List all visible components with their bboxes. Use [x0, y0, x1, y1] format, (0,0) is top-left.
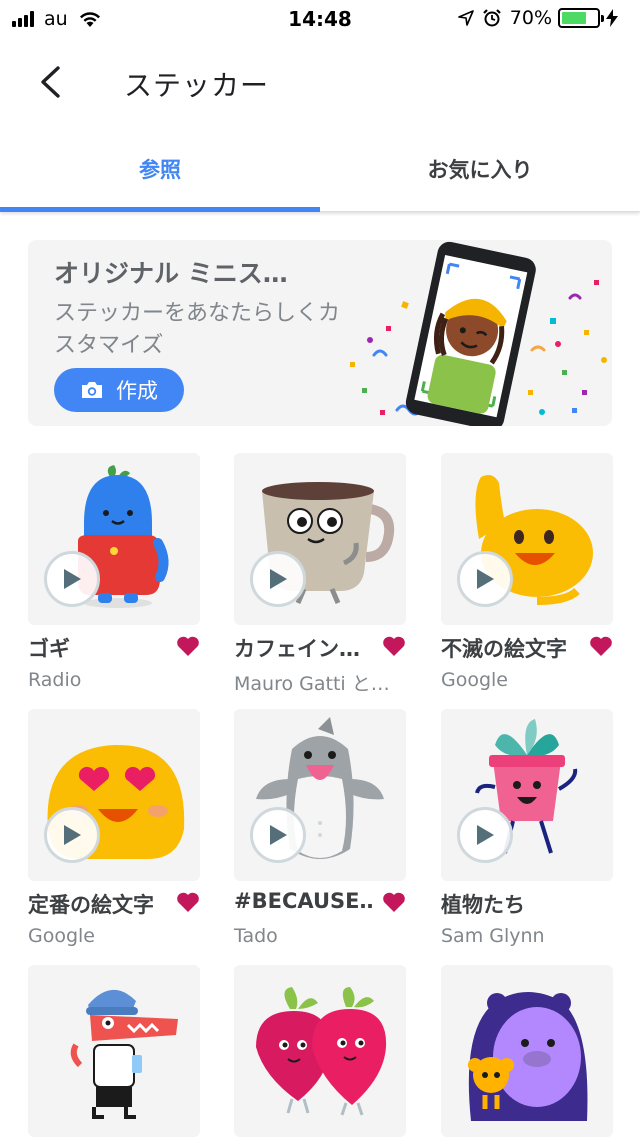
sticker-author: Tado	[234, 925, 278, 947]
play-preview-button[interactable]	[457, 807, 513, 863]
play-icon	[270, 569, 287, 589]
sticker-author: Mauro Gatti と…	[234, 673, 390, 695]
play-preview-button[interactable]	[44, 551, 100, 607]
play-icon	[64, 825, 81, 845]
play-icon	[477, 825, 494, 845]
camera-icon	[82, 382, 102, 398]
favorite-heart-icon[interactable]	[589, 635, 613, 657]
play-icon	[64, 569, 81, 589]
sticker-thumbnail[interactable]	[234, 709, 406, 881]
play-icon	[270, 825, 287, 845]
app-bar: ステッカー	[0, 40, 640, 126]
tab-bar: 参照 お気に入り	[0, 126, 640, 212]
sticker-thumbnail[interactable]	[234, 453, 406, 625]
sticker-card[interactable]: 植物たち Sam Glynn	[441, 709, 613, 947]
play-preview-button[interactable]	[250, 551, 306, 607]
battery-icon	[558, 8, 604, 28]
sticker-thumbnail[interactable]	[28, 709, 200, 881]
sticker-author: Google	[28, 925, 96, 947]
charging-bolt-icon	[606, 9, 618, 27]
sticker-name: ゴギ	[28, 637, 70, 661]
sticker-name: カフェイン…	[234, 637, 360, 661]
sticker-thumbnail[interactable]	[441, 965, 613, 1137]
sticker-thumbnail[interactable]	[234, 965, 406, 1137]
page-title: ステッカー	[124, 69, 270, 102]
sticker-thumbnail[interactable]	[28, 453, 200, 625]
sticker-author: Radio	[28, 669, 82, 691]
tab-favorites[interactable]: お気に入り	[320, 126, 640, 212]
favorite-heart-icon[interactable]	[382, 891, 406, 913]
sticker-author: Google	[441, 669, 509, 691]
mini-sticker-banner[interactable]: オリジナル ミニス… ステッカーをあなたらしくカスタマイズ 作成	[28, 240, 612, 426]
play-preview-button[interactable]	[250, 807, 306, 863]
sticker-name: 植物たち	[441, 893, 525, 917]
banner-subtitle: ステッカーをあなたらしくカスタマイズ	[54, 301, 341, 358]
active-tab-indicator	[0, 207, 320, 212]
sticker-name: 定番の絵文字	[28, 893, 154, 917]
sticker-name: 不滅の絵文字	[441, 637, 567, 661]
banner-title: オリジナル ミニス…	[54, 259, 288, 288]
status-bar: au 14:48 70%	[0, 0, 640, 40]
sticker-card[interactable]: #BECAUSE… Tado	[234, 709, 406, 947]
alarm-icon	[482, 9, 501, 27]
sticker-card[interactable]	[441, 965, 613, 1137]
play-preview-button[interactable]	[457, 551, 513, 607]
battery-percent: 70%	[509, 7, 552, 29]
tab-browse[interactable]: 参照	[0, 126, 320, 212]
back-button[interactable]	[26, 58, 74, 106]
radish-couple-sticker-art	[256, 987, 387, 1116]
favorite-heart-icon[interactable]	[176, 635, 200, 657]
sticker-card[interactable]	[234, 965, 406, 1137]
sticker-card[interactable]	[28, 965, 200, 1137]
sticker-card[interactable]: カフェイン… Mauro Gatti と…	[234, 453, 406, 696]
sticker-thumbnail[interactable]	[441, 709, 613, 881]
sticker-author: Sam Glynn	[441, 925, 545, 947]
sticker-card[interactable]: ゴギ Radio	[28, 453, 200, 691]
sticker-card[interactable]: 不滅の絵文字 Google	[441, 453, 613, 691]
favorite-heart-icon[interactable]	[176, 891, 200, 913]
sticker-card[interactable]: 定番の絵文字 Google	[28, 709, 200, 947]
favorite-heart-icon[interactable]	[382, 635, 406, 657]
location-arrow-icon	[457, 10, 474, 26]
create-button-label: 作成	[116, 379, 158, 403]
selfie-phone-illustration	[350, 241, 607, 426]
sticker-thumbnail[interactable]	[441, 453, 613, 625]
crocodile-sticker-art	[70, 989, 178, 1119]
play-preview-button[interactable]	[44, 807, 100, 863]
play-icon	[477, 569, 494, 589]
back-arrow-icon	[41, 66, 60, 98]
purple-monster-sticker-art	[468, 992, 588, 1121]
sticker-name: #BECAUSE…	[234, 889, 374, 913]
create-button[interactable]: 作成	[54, 368, 184, 412]
sticker-thumbnail[interactable]	[28, 965, 200, 1137]
